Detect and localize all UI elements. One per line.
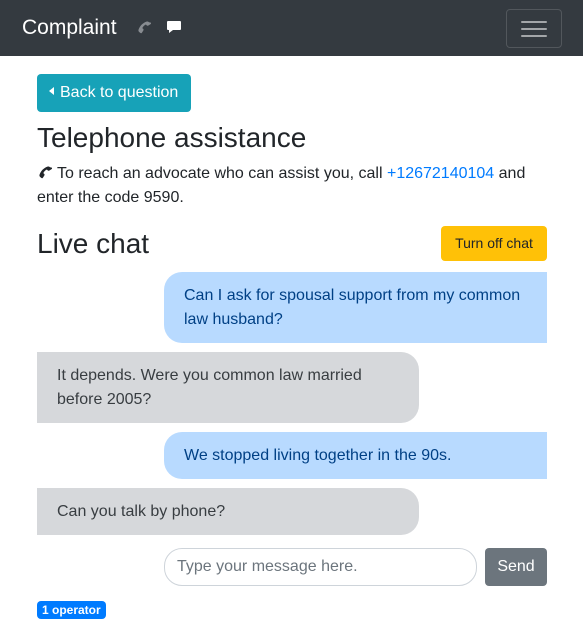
chat-message-input[interactable] — [164, 548, 477, 586]
hamburger-menu-icon — [521, 35, 547, 37]
chat-icon[interactable] — [166, 19, 184, 37]
phone-icon — [37, 164, 53, 180]
send-button[interactable]: Send — [485, 548, 547, 586]
turn-off-chat-button[interactable]: Turn off chat — [441, 226, 547, 261]
chat-message-outgoing: Can I ask for spousal support from my co… — [164, 272, 547, 343]
telephone-number-link[interactable]: +12672140104 — [387, 165, 494, 182]
hamburger-menu-icon — [521, 28, 547, 30]
telephone-heading: Telephone assistance — [37, 122, 307, 153]
chat-message-outgoing: We stopped living together in the 90s. — [164, 432, 547, 479]
telephone-instructions: To reach an advocate who can assist you,… — [37, 162, 547, 210]
phone-icon[interactable] — [136, 19, 154, 37]
telephone-text-before: To reach an advocate who can assist you,… — [57, 165, 387, 182]
back-to-question-button[interactable]: Back to question — [37, 74, 191, 112]
navbar: Complaint — [0, 0, 583, 56]
chat-message-incoming: Can you talk by phone? — [37, 488, 419, 535]
chevron-left-icon — [49, 87, 54, 95]
chat-message-incoming: It depends. Were you common law married … — [37, 352, 419, 423]
back-button-label: Back to question — [60, 84, 179, 101]
live-chat-heading: Live chat — [37, 228, 150, 259]
operator-count-badge: 1 operator — [37, 601, 106, 619]
hamburger-menu-button[interactable] — [506, 9, 562, 48]
navbar-brand[interactable]: Complaint — [22, 15, 117, 41]
hamburger-menu-icon — [521, 21, 547, 23]
